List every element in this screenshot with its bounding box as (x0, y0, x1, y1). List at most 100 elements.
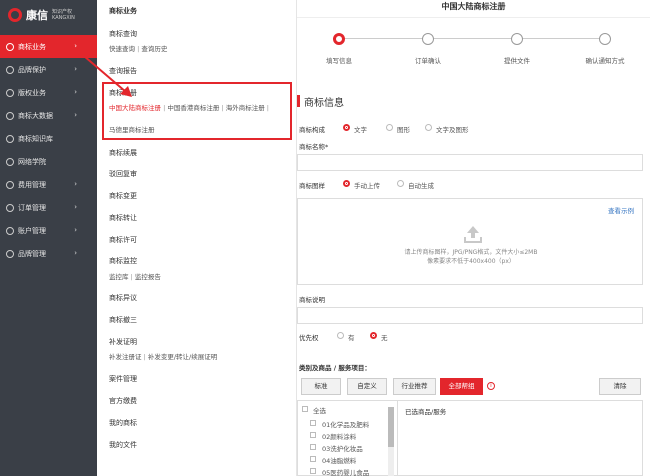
step-dot-3 (511, 33, 523, 45)
menu-monitor[interactable]: 商标监控 (109, 256, 137, 266)
submenu-panel: 商标业务 商标查询 快速查询 | 查询历史 查询报告 商标注册 中国大陆商标注册… (97, 0, 297, 476)
brand-icon (6, 249, 14, 258)
radio-graphic[interactable] (386, 124, 393, 131)
desc-input[interactable] (297, 307, 643, 324)
upload-dropzone[interactable]: 请上传商标图样，JPG/PNG格式，文件大小≤2MB 像素要求不低于400x40… (297, 198, 643, 285)
menu-register[interactable]: 商标注册 (109, 88, 137, 98)
checkbox-class-02[interactable] (310, 432, 316, 438)
menu-report[interactable]: 查询报告 (109, 66, 137, 76)
view-example-link[interactable]: 查看示例 (608, 205, 634, 215)
menu-transfer[interactable]: 商标转让 (109, 213, 137, 223)
menu-official-fee[interactable]: 官方缴费 (109, 396, 137, 406)
database-icon (6, 111, 14, 120)
upload-hint-2: 像素要求不低于400x400（px） (427, 258, 515, 265)
link-monitor-lib[interactable]: 监控库 (109, 273, 129, 281)
brand-sub-2: KANGXIN (52, 15, 75, 21)
brand-name: 康信 (26, 9, 48, 22)
menu-cert[interactable]: 补发证明 (109, 337, 137, 347)
order-icon (6, 203, 14, 212)
chevron-right-icon: › (74, 88, 77, 96)
nav-item-academy[interactable]: 网络学院 (0, 150, 97, 173)
gear-icon (6, 226, 14, 235)
link-overseas-register[interactable]: 海外商标注册 (226, 104, 265, 112)
checkbox-class-03[interactable] (310, 444, 316, 450)
nav-item-copyright[interactable]: 版权业务 › (0, 81, 97, 104)
nav-item-brand-mgmt[interactable]: 品牌管理 › (0, 242, 97, 265)
class-list-scrollbar[interactable] (388, 407, 394, 476)
class-03-label: 03洗护化妆品 (322, 445, 363, 453)
menu-license[interactable]: 商标许可 (109, 235, 137, 245)
select-all-label: 全选 (313, 407, 326, 415)
title-divider (297, 17, 650, 18)
step-dot-4 (599, 33, 611, 45)
nav-item-fees[interactable]: 费用管理 › (0, 173, 97, 196)
radio-priority-no-label: 无 (381, 334, 388, 342)
class-05-label: 05医药婴儿食品 (322, 469, 370, 476)
info-icon[interactable]: i (487, 382, 495, 390)
pattern-label: 商标图样 (299, 182, 325, 190)
tab-standard[interactable]: 标准 (301, 378, 341, 395)
menu-renew[interactable]: 商标续展 (109, 148, 137, 158)
menu-query[interactable]: 商标查询 (109, 29, 137, 39)
checkbox-class-05[interactable] (310, 468, 316, 474)
clear-button[interactable]: 清除 (599, 378, 641, 395)
radio-manual-upload[interactable] (343, 180, 350, 187)
link-monitor-report[interactable]: 监控报告 (135, 273, 161, 281)
step-label-4: 确认通知方式 (585, 57, 625, 65)
checkbox-select-all[interactable] (302, 406, 308, 412)
radio-priority-no[interactable] (370, 332, 377, 339)
menu-cert-links: 补发注册证 | 补发变更/转让/续展证明 (109, 353, 218, 361)
nav-item-orders[interactable]: 订单管理 › (0, 196, 97, 219)
nav-item-account[interactable]: 账户管理 › (0, 219, 97, 242)
link-cn-register[interactable]: 中国大陆商标注册 (109, 104, 161, 112)
chevron-right-icon: › (74, 42, 77, 50)
radio-priority-yes-label: 有 (348, 334, 355, 342)
checkbox-class-01[interactable] (310, 420, 316, 426)
panel-title: 商标业务 (109, 7, 137, 15)
nav-item-trademark[interactable]: 商标业务 › (0, 35, 97, 58)
link-cert-change[interactable]: 补发变更/转让/续展证明 (148, 353, 217, 361)
link-madrid-register[interactable]: 马德里商标注册 (109, 124, 155, 134)
brand-logo[interactable]: 康信 知识产权 KANGXIN (0, 0, 97, 30)
link-hk-register[interactable]: 中国香港商标注册 (167, 104, 219, 112)
step-line-1 (345, 38, 423, 39)
menu-query-links: 快速查询 | 查询历史 (109, 45, 168, 53)
link-query-history[interactable]: 查询历史 (141, 45, 167, 53)
menu-reject-review[interactable]: 驳回复审 (109, 169, 137, 179)
step-dot-1 (333, 33, 345, 45)
nav-item-brand-protect[interactable]: 品牌保护 › (0, 58, 97, 81)
menu-change[interactable]: 商标变更 (109, 191, 137, 201)
cap-icon (6, 157, 14, 166)
menu-cancel3[interactable]: 商标撤三 (109, 315, 137, 325)
class-01-label: 01化学品及肥料 (322, 421, 370, 429)
tab-all-help[interactable]: 全部帮组 (440, 378, 483, 395)
radio-text[interactable] (343, 124, 350, 131)
tab-industry[interactable]: 行业推荐 (393, 378, 436, 395)
goods-label: 类别及商品 / 服务项目： (299, 364, 371, 372)
link-quick-query[interactable]: 快速查询 (109, 45, 135, 53)
radio-text-graphic[interactable] (425, 124, 432, 131)
step-label-2: 订单确认 (415, 57, 441, 65)
logo-mark-icon (8, 8, 22, 22)
radio-text-graphic-label: 文字及图形 (436, 126, 469, 134)
step-label-3: 提供文件 (504, 57, 530, 65)
menu-my-files[interactable]: 我的文件 (109, 440, 137, 450)
class-04-label: 04油脂燃料 (322, 457, 357, 465)
menu-my-tm[interactable]: 我的商标 (109, 418, 137, 428)
checkbox-class-04[interactable] (310, 456, 316, 462)
menu-dispute[interactable]: 商标异议 (109, 293, 137, 303)
tab-custom[interactable]: 自定义 (347, 378, 387, 395)
trademark-name-input[interactable] (297, 154, 643, 171)
nav-item-knowledge[interactable]: 商标知识库 (0, 127, 97, 150)
left-nav: 康信 知识产权 KANGXIN 商标业务 › 品牌保护 › 版权业务 › 商标大数据 ›… (0, 0, 97, 476)
step-line-2 (434, 38, 512, 39)
menu-case-mgmt[interactable]: 案件管理 (109, 374, 137, 384)
radio-text-label: 文字 (354, 126, 367, 134)
step-line-3 (523, 38, 599, 39)
class-list: 全选 01化学品及肥料 02颜料涂料 03洗护化妆品 04油脂燃料 05医药婴儿… (298, 401, 398, 476)
priority-label: 优先权 (299, 334, 319, 342)
nav-item-bigdata[interactable]: 商标大数据 › (0, 104, 97, 127)
radio-priority-yes[interactable] (337, 332, 344, 339)
radio-auto-generate[interactable] (397, 180, 404, 187)
link-cert-reissue[interactable]: 补发注册证 (109, 353, 142, 361)
